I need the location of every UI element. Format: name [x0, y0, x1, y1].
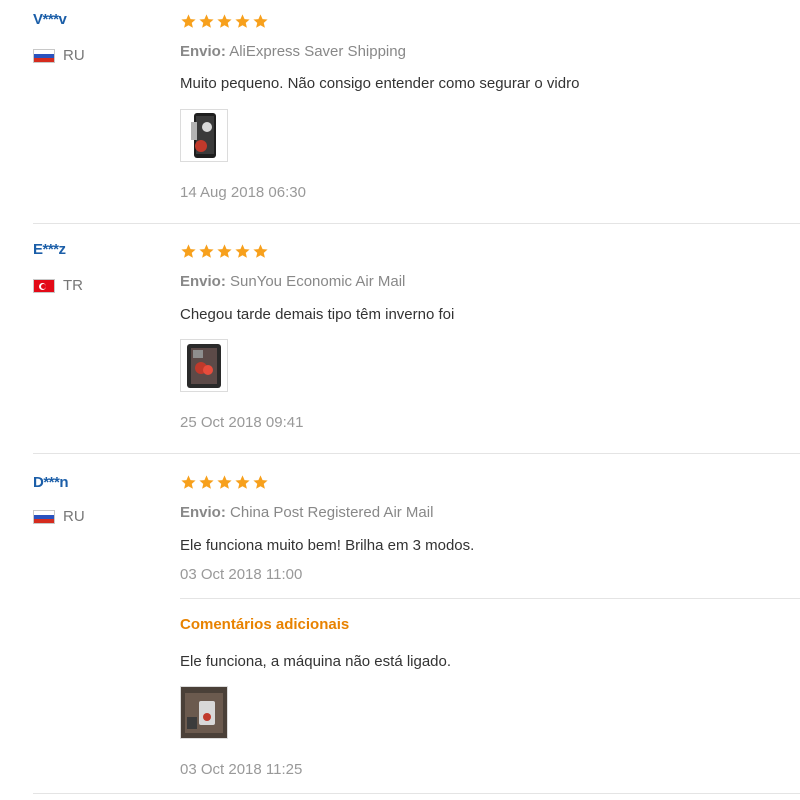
reviewer-name[interactable]: D***n	[33, 474, 69, 491]
star-icon	[253, 14, 268, 28]
star-icon	[235, 14, 250, 28]
review-date: 25 Oct 2018 09:41	[180, 414, 304, 431]
star-icon	[199, 14, 214, 28]
shipping-label: Envio:	[180, 504, 226, 521]
review-text: Chegou tarde demais tipo têm inverno foi	[180, 306, 455, 323]
review-date: 03 Oct 2018 11:00	[180, 566, 303, 583]
review-photo-image	[181, 687, 227, 738]
review-text: Muito pequeno. Não consigo entender como…	[180, 75, 580, 92]
additional-comments-heading: Comentários adicionais	[180, 616, 350, 633]
reviewer-country: RU	[33, 508, 85, 525]
reviewer-country: TR	[33, 277, 83, 294]
review-photo-thumbnail[interactable]	[180, 339, 228, 392]
reviewer-country: RU	[33, 47, 85, 64]
star-icon	[235, 475, 250, 489]
review-date: 14 Aug 2018 06:30	[180, 184, 306, 201]
turkey-flag-icon	[33, 278, 55, 293]
reviewer-name[interactable]: V***v	[33, 11, 67, 28]
review-divider	[33, 793, 800, 794]
country-code: RU	[63, 47, 85, 64]
star-icon	[217, 14, 232, 28]
country-code: TR	[63, 277, 83, 294]
star-icon	[217, 244, 232, 258]
review-photo-image	[181, 340, 227, 391]
shipping-label: Envio:	[180, 273, 226, 290]
shipping-method: Envio: AliExpress Saver Shipping	[180, 43, 406, 60]
star-icon	[199, 244, 214, 258]
shipping-value: China Post Registered Air Mail	[230, 504, 434, 521]
star-rating	[180, 243, 269, 260]
review-photo-thumbnail[interactable]	[180, 109, 228, 162]
country-code: RU	[63, 508, 85, 525]
star-rating	[180, 13, 269, 30]
additional-comment-text: Ele funciona, a máquina não está ligado.	[180, 653, 452, 670]
star-icon	[217, 475, 232, 489]
shipping-value: SunYou Economic Air Mail	[230, 273, 406, 290]
star-icon	[253, 475, 268, 489]
review-date: 03 Oct 2018 11:25	[180, 761, 303, 778]
review-photo-thumbnail[interactable]	[180, 686, 228, 739]
shipping-method: Envio: China Post Registered Air Mail	[180, 504, 433, 521]
star-icon	[181, 14, 196, 28]
shipping-method: Envio: SunYou Economic Air Mail	[180, 273, 405, 290]
star-icon	[181, 475, 196, 489]
shipping-label: Envio:	[180, 43, 226, 60]
shipping-value: AliExpress Saver Shipping	[229, 43, 406, 60]
star-icon	[181, 244, 196, 258]
russia-flag-icon	[33, 48, 55, 63]
russia-flag-icon	[33, 509, 55, 524]
star-icon	[199, 475, 214, 489]
review-text: Ele funciona muito bem! Brilha em 3 modo…	[180, 537, 475, 554]
additional-divider	[180, 598, 800, 599]
review-divider	[33, 223, 800, 224]
review-photo-image	[181, 110, 227, 161]
review-divider	[33, 453, 800, 454]
star-icon	[235, 244, 250, 258]
star-rating	[180, 474, 269, 491]
star-icon	[253, 244, 268, 258]
reviewer-name[interactable]: E***z	[33, 241, 66, 258]
